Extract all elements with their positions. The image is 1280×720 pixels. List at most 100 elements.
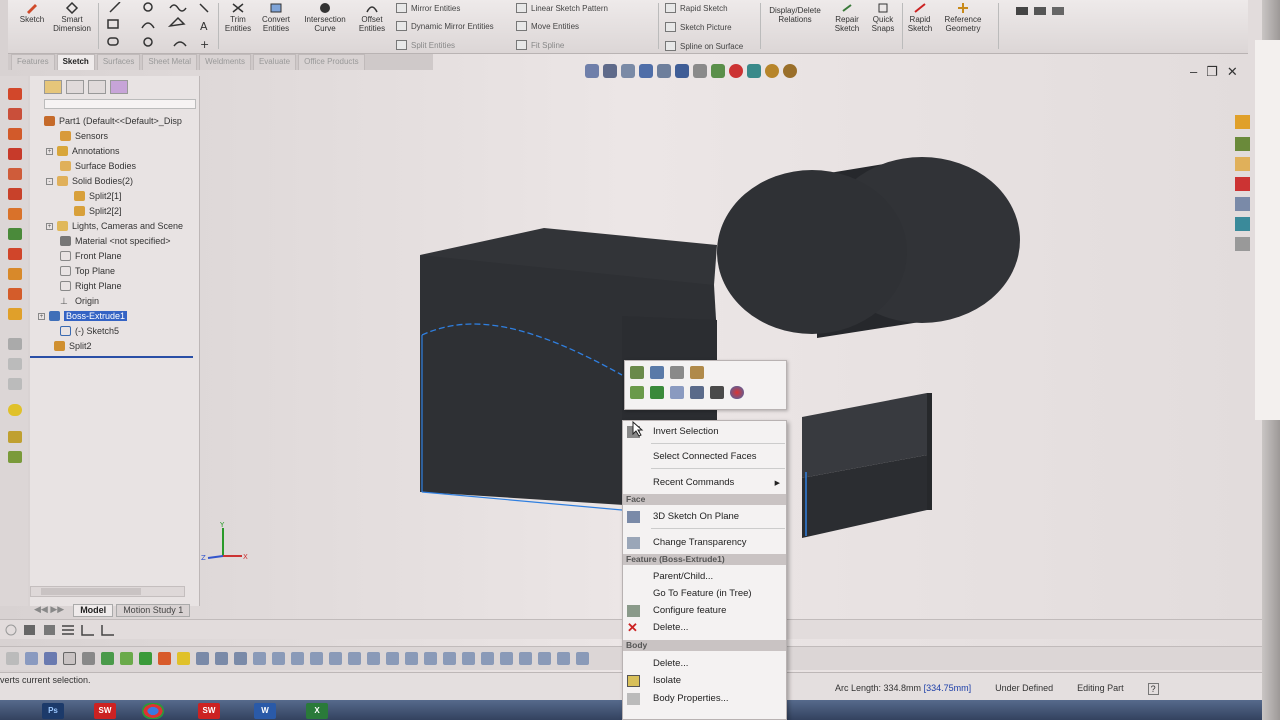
sketch-picture-button[interactable]: Sketch Picture [665, 22, 732, 32]
suppress-icon[interactable] [670, 366, 684, 379]
tree-item-split[interactable]: Split2 [54, 339, 92, 353]
tree-item-sensors[interactable]: Sensors [60, 129, 108, 143]
menu-3d-sketch-on-plane[interactable]: 3D Sketch On Plane [623, 508, 786, 525]
draft-icon[interactable] [8, 268, 22, 280]
sketch-button[interactable]: Sketch [16, 2, 48, 24]
menu-invert-selection[interactable]: Invert Selection [623, 423, 786, 440]
quick-snaps-button[interactable]: Quick Snaps [866, 2, 900, 33]
rib-icon[interactable] [8, 248, 22, 260]
tab-scroll-arrows[interactable]: ◀◀ ▶▶ [28, 604, 70, 617]
trim-entities-button[interactable]: Trim Entities [222, 2, 254, 33]
tree-item-split2[interactable]: Split2[2] [74, 204, 122, 218]
filter-annotations-icon[interactable] [158, 652, 171, 665]
tree-item-sketch5[interactable]: (-) Sketch5 [60, 324, 119, 338]
display-delete-relations-button[interactable]: Display/Delete Relations [764, 6, 826, 24]
hide-icon[interactable] [630, 386, 644, 399]
offset-entities-button[interactable]: Offset Entities [354, 2, 390, 33]
tab-evaluate[interactable]: Evaluate [252, 54, 297, 70]
tab-surfaces[interactable]: Surfaces [96, 54, 141, 70]
extrude-cut-icon[interactable] [8, 168, 22, 180]
rapid-sketch-button[interactable]: Rapid Sketch [904, 2, 936, 33]
filter-cosmetic-icon[interactable] [405, 652, 418, 665]
previous-view-icon[interactable] [621, 64, 635, 78]
tree-item-top-plane[interactable]: Top Plane [60, 264, 115, 278]
filter-gtol-icon[interactable] [443, 652, 456, 665]
configuration-manager-tab-icon[interactable] [88, 80, 106, 94]
filter-balloons-icon[interactable] [367, 652, 380, 665]
chrome-icon[interactable] [142, 703, 164, 719]
filter-planes-icon[interactable] [196, 652, 209, 665]
filter-vertices-icon[interactable] [82, 652, 95, 665]
reference-geometry-button[interactable]: Reference Geometry [938, 2, 988, 33]
filter-blocks-icon[interactable] [386, 652, 399, 665]
shadows-icon[interactable] [783, 64, 797, 78]
minimize-icon[interactable]: – [1190, 64, 1197, 80]
intersection-curve-button[interactable]: Intersection Curve [300, 2, 350, 33]
filter-notes-icon[interactable] [310, 652, 323, 665]
hide-show-items-icon[interactable] [693, 64, 707, 78]
rapid-sketch-toggle[interactable]: Rapid Sketch [665, 3, 728, 13]
view-palette-icon[interactable] [1235, 177, 1250, 191]
filter-surfaces-icon[interactable] [272, 652, 285, 665]
tree-item-solid-bodies[interactable]: - Solid Bodies(2) [46, 174, 133, 188]
property-manager-tab-icon[interactable] [66, 80, 84, 94]
tree-item-material[interactable]: Material <not specified> [60, 234, 171, 248]
tree-item-origin[interactable]: ⊥ Origin [60, 294, 99, 308]
shell-icon[interactable] [8, 288, 22, 300]
rollback-bar[interactable] [30, 356, 193, 358]
features-icon[interactable] [8, 404, 22, 416]
curves-icon[interactable] [8, 338, 22, 350]
fit-spline-button[interactable]: Fit Spline [516, 40, 564, 50]
custom-properties-icon[interactable] [1235, 217, 1250, 231]
forum-icon[interactable] [1235, 237, 1250, 251]
linear-pattern-button[interactable]: Linear Sketch Pattern [516, 3, 608, 13]
close-icon[interactable]: ✕ [1227, 64, 1238, 80]
design-library-icon[interactable] [1235, 137, 1250, 151]
filter-routing-icon[interactable] [557, 652, 570, 665]
file-explorer-icon[interactable] [1235, 157, 1250, 171]
apply-scene-icon[interactable] [729, 64, 743, 78]
view-settings-icon[interactable] [747, 64, 761, 78]
tab-sheet-metal[interactable]: Sheet Metal [142, 54, 198, 70]
tree-item-right-plane[interactable]: Right Plane [60, 279, 122, 293]
restore-icon[interactable]: ❐ [1206, 64, 1218, 80]
dynamic-mirror-button[interactable]: Dynamic Mirror Entities [396, 21, 494, 31]
menu-recent-commands[interactable]: Recent Commands ▶ [623, 474, 786, 491]
tree-item-front-plane[interactable]: Front Plane [60, 249, 122, 263]
filter-features-icon[interactable] [101, 652, 114, 665]
realview-icon[interactable] [765, 64, 779, 78]
split-entities-button[interactable]: Split Entities [396, 40, 455, 50]
scrollbar-thumb[interactable] [41, 588, 141, 595]
sketch-on-face-icon[interactable] [650, 386, 664, 399]
resources-icon[interactable] [1235, 115, 1250, 129]
menu-isolate[interactable]: Isolate [623, 672, 786, 689]
sweep-icon[interactable] [8, 128, 22, 140]
menu-configure-feature[interactable]: Configure feature [623, 602, 786, 619]
normal-to-icon[interactable] [710, 386, 724, 399]
menu-select-connected-faces[interactable]: Select Connected Faces [623, 448, 786, 465]
tab-office-products[interactable]: Office Products [298, 54, 365, 70]
smart-tools-icon[interactable] [8, 451, 22, 463]
menu-body-properties[interactable]: Body Properties... [623, 690, 786, 707]
appearance-icon[interactable] [730, 386, 744, 399]
revolve-cut-icon[interactable] [8, 188, 22, 200]
menu-parent-child[interactable]: Parent/Child... [623, 568, 786, 585]
tools-icon[interactable] [8, 431, 22, 443]
tree-item-split1[interactable]: Split2[1] [74, 189, 122, 203]
filter-edges-icon[interactable] [25, 652, 38, 665]
mirror-entities-button[interactable]: Mirror Entities [396, 3, 460, 13]
menu-delete-feature[interactable]: ✕ Delete... [623, 619, 786, 636]
edit-feature-icon[interactable] [630, 366, 644, 379]
tab-sketch[interactable]: Sketch [56, 54, 95, 70]
expand-icon[interactable]: + [46, 222, 53, 230]
tree-item-surface-bodies[interactable]: Surface Bodies [60, 159, 136, 173]
filter-mid-icon[interactable] [576, 652, 589, 665]
tree-item-part[interactable]: Part1 (Default<<Default>_Disp [44, 114, 182, 128]
view-orientation-icon[interactable] [657, 64, 671, 78]
filter-points-icon[interactable] [234, 652, 247, 665]
filter-sketch-icon[interactable] [120, 652, 133, 665]
tree-horizontal-scrollbar[interactable] [30, 586, 185, 597]
tab-features[interactable]: Features [11, 54, 55, 70]
move-entities-button[interactable]: Move Entities [516, 21, 579, 31]
reference-geometry-icon[interactable] [8, 378, 22, 390]
